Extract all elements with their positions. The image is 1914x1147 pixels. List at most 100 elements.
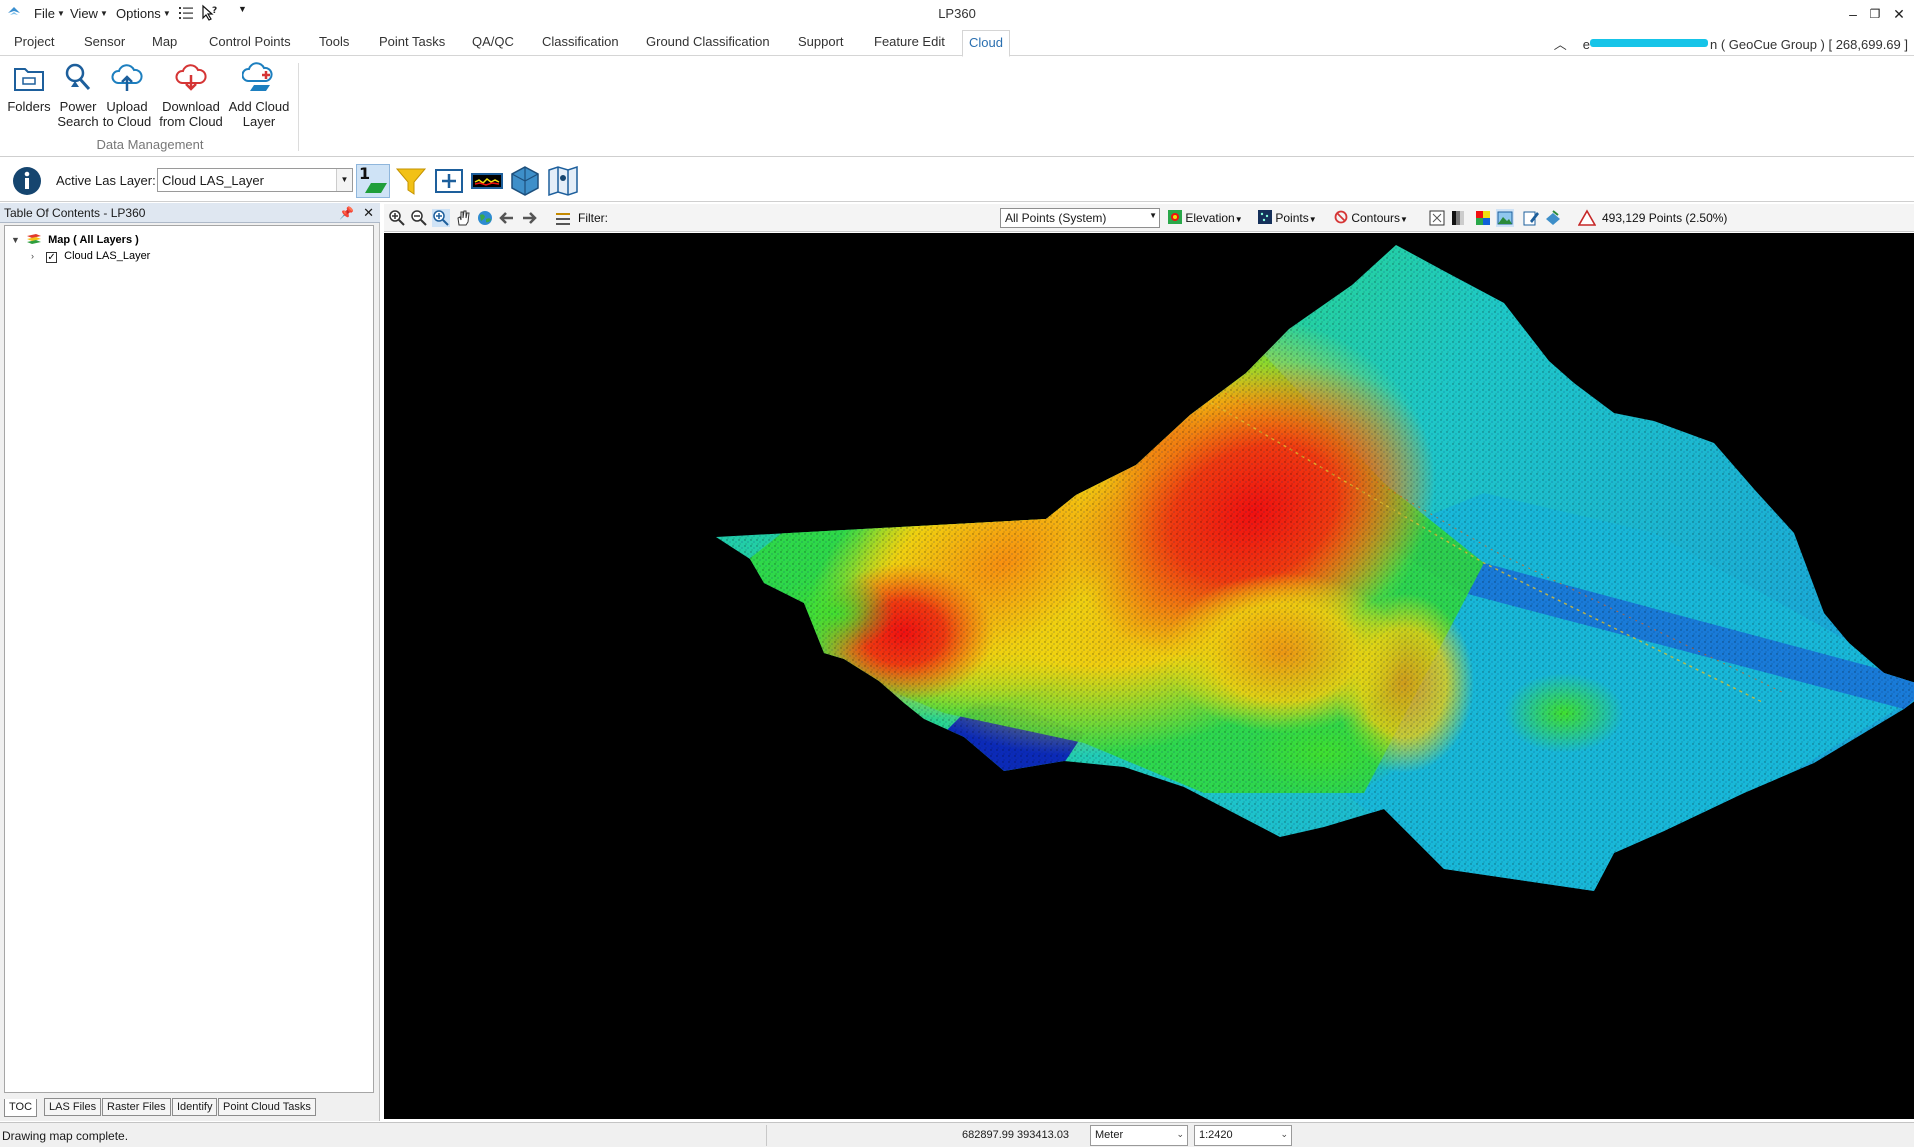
zoom-out-icon[interactable]	[410, 209, 428, 227]
toc-tab-strip: TOC LAS Files Raster Files Identify Poin…	[0, 1098, 380, 1118]
tab-classification[interactable]: Classification	[536, 34, 625, 56]
filter-icon[interactable]	[394, 164, 428, 198]
map-layers-icon	[27, 234, 42, 244]
tab-las-files[interactable]: LAS Files	[44, 1098, 102, 1116]
points-dropdown[interactable]: Points▼	[1258, 209, 1317, 227]
filter-settings-icon[interactable]	[554, 209, 572, 227]
tab-map[interactable]: Map	[146, 34, 183, 56]
active-las-layer-label: Active Las Layer:	[56, 173, 156, 188]
collapse-icon[interactable]: ▼	[11, 232, 23, 248]
options-menu[interactable]: Options ▼	[116, 6, 171, 21]
elevation-ramp-icon	[1168, 210, 1182, 224]
folder-icon	[14, 68, 44, 91]
tab-point-tasks[interactable]: Point Tasks	[373, 34, 451, 56]
upload-label-1: Upload	[106, 99, 148, 114]
collapse-ribbon-icon[interactable]: ︿	[1554, 37, 1567, 52]
download-label-2: from Cloud	[159, 114, 223, 129]
close-button[interactable]: ✕	[1886, 4, 1912, 24]
tab-toc[interactable]: TOC	[4, 1099, 38, 1117]
active-las-layer-select[interactable]: Cloud LAS_Layer ▼	[157, 168, 353, 192]
add-cloud-layer-button[interactable]: Add Cloud Layer	[226, 61, 292, 129]
layer-1-icon: 1	[359, 164, 387, 193]
tab-point-cloud-tasks[interactable]: Point Cloud Tasks	[218, 1098, 316, 1116]
color-layer-icon[interactable]	[1474, 209, 1492, 227]
cursor-coordinates: 682897.99 393413.03	[962, 1129, 1070, 1141]
elevation-dropdown[interactable]: Elevation▼	[1168, 209, 1243, 227]
view-menu[interactable]: View ▼	[70, 6, 108, 21]
tab-cloud[interactable]: Cloud	[962, 30, 1010, 57]
tab-sensor[interactable]: Sensor	[78, 34, 131, 56]
scale-select[interactable]: 1:2420 ⌄	[1194, 1125, 1292, 1146]
chevron-down-icon: ▼	[162, 9, 171, 18]
chevron-down-icon: ▼	[1149, 211, 1157, 220]
contours-label: Contours	[1351, 211, 1401, 225]
tab-project[interactable]: Project	[8, 34, 60, 56]
cloud-upload-icon	[111, 64, 143, 91]
power-search-label-2: Search	[57, 114, 99, 129]
info-icon[interactable]	[12, 166, 42, 196]
map-view[interactable]	[384, 233, 1914, 1119]
point-cloud-render[interactable]	[384, 233, 1914, 1119]
point-cloud-extent	[716, 245, 1914, 891]
layer-visibility-checkbox[interactable]: ✓	[46, 252, 58, 263]
filter-label: Filter:	[578, 211, 608, 225]
upload-to-cloud-button[interactable]: Upload to Cloud	[102, 61, 152, 129]
toc-tree: ▼ Map ( All Layers ) › ✓ Cloud LAS_Layer	[4, 225, 374, 1093]
table-of-contents-panel: Table Of Contents - LP360 📌 ✕ ▼ Map ( Al…	[0, 203, 380, 1121]
render-settings-icon[interactable]	[1544, 209, 1562, 227]
help-pointer-icon[interactable]: ?	[201, 4, 219, 22]
full-extent-globe-icon[interactable]	[476, 209, 494, 227]
chevron-down-icon: ▼	[56, 9, 65, 18]
back-arrow-icon[interactable]	[498, 209, 516, 227]
chevron-down-icon: ▼	[1308, 215, 1317, 224]
image-overlay-icon[interactable]	[1496, 209, 1514, 227]
tab-support[interactable]: Support	[792, 34, 850, 56]
svg-text:?: ?	[212, 6, 217, 16]
folders-label: Folders	[7, 99, 51, 114]
tree-node-label: Map ( All Layers )	[48, 234, 139, 246]
edit-icon[interactable]	[1522, 209, 1540, 227]
chevron-down-icon: ▼	[1400, 215, 1408, 224]
tab-qa-qc[interactable]: QA/QC	[466, 34, 520, 56]
tab-tools[interactable]: Tools	[313, 34, 355, 56]
ribbon-tab-bar: Project Sensor Map Control Points Tools …	[0, 30, 1914, 57]
list-icon[interactable]	[178, 5, 194, 21]
grayscale-ramp-icon[interactable]	[1450, 209, 1468, 227]
power-search-button[interactable]: Power Search	[56, 61, 100, 129]
tab-feature-edit[interactable]: Feature Edit	[868, 34, 951, 56]
tree-node-map-root[interactable]: ▼ Map ( All Layers )	[11, 232, 139, 248]
pin-icon[interactable]: 📌	[339, 203, 354, 223]
pixel-grid-icon[interactable]	[1428, 209, 1446, 227]
restore-button[interactable]: ❐	[1862, 4, 1888, 24]
status-bar: Drawing map complete. 682897.99 393413.0…	[0, 1122, 1914, 1147]
customize-quick-access-icon[interactable]: ▼	[238, 4, 247, 14]
options-menu-label: Options	[116, 6, 161, 21]
profile-view-icon[interactable]	[470, 164, 504, 198]
point-count: 493,129 Points (2.50%)	[1602, 211, 1728, 225]
unit-select[interactable]: Meter ⌄	[1090, 1125, 1188, 1146]
chevron-down-icon: ▼	[1234, 215, 1243, 224]
contours-dropdown[interactable]: Contours▼	[1334, 209, 1408, 227]
expand-icon[interactable]: ›	[31, 248, 43, 264]
layer-number-button[interactable]: 1	[356, 164, 390, 198]
folders-button[interactable]: Folders	[6, 61, 52, 114]
tree-node-cloud-las-layer[interactable]: › ✓ Cloud LAS_Layer	[31, 248, 150, 264]
zoom-box-icon[interactable]	[432, 209, 450, 227]
account-info[interactable]: ︿ e n ( GeoCue Group ) [ 268,699.69 ]	[1554, 34, 1908, 53]
tab-raster-files[interactable]: Raster Files	[102, 1098, 171, 1116]
filter-select[interactable]: All Points (System) ▼	[1000, 208, 1160, 228]
download-from-cloud-button[interactable]: Download from Cloud	[158, 61, 224, 129]
title-bar: File ▼ View ▼ Options ▼ ? ▼ LP360 – ❐ ✕	[0, 0, 1914, 28]
forward-arrow-icon[interactable]	[520, 209, 538, 227]
3d-view-icon[interactable]	[508, 164, 542, 198]
zoom-in-icon[interactable]	[388, 209, 406, 227]
tab-identify[interactable]: Identify	[172, 1098, 218, 1116]
file-menu[interactable]: File ▼	[34, 6, 65, 21]
points-label: Points	[1275, 211, 1309, 225]
zoom-extent-icon[interactable]	[432, 164, 466, 198]
map-view-icon[interactable]	[546, 164, 580, 198]
close-icon[interactable]: ✕	[363, 203, 374, 223]
pan-hand-icon[interactable]	[454, 209, 472, 227]
tab-ground-classification[interactable]: Ground Classification	[640, 34, 776, 56]
tab-control-points[interactable]: Control Points	[203, 34, 297, 56]
